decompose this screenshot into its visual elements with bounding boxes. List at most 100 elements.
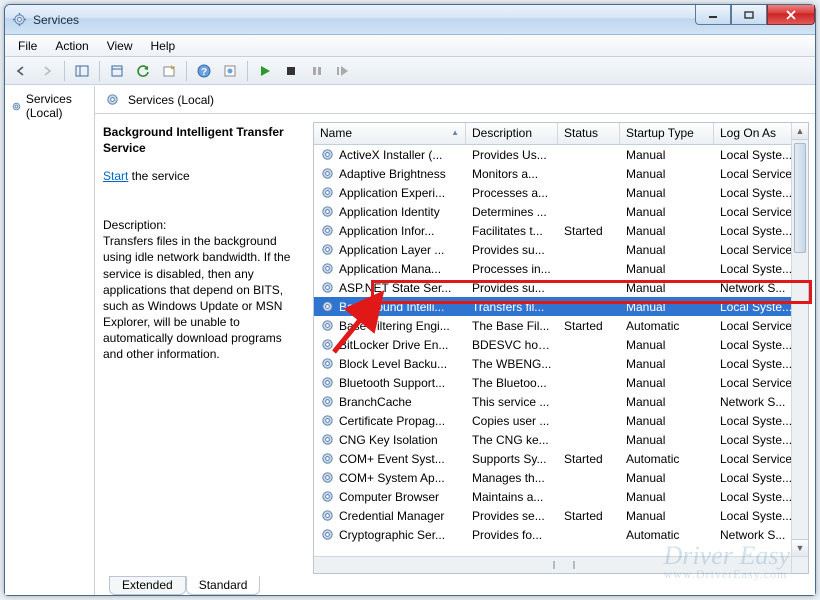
window-title: Services	[33, 13, 79, 27]
menubar: File Action View Help	[5, 35, 815, 57]
table-row[interactable]: CNG Key IsolationThe CNG ke...ManualLoca…	[314, 430, 808, 449]
cell-description: The WBENG...	[466, 357, 558, 371]
table-row[interactable]: COM+ System Ap...Manages th...ManualLoca…	[314, 468, 808, 487]
cell-startup: Automatic	[620, 452, 714, 466]
console-tree: Services (Local)	[5, 86, 95, 595]
start-service-suffix: the service	[128, 169, 189, 183]
table-row[interactable]: Application Layer ...Provides su...Manua…	[314, 240, 808, 259]
menu-file[interactable]: File	[9, 37, 46, 55]
gear-icon	[320, 413, 335, 428]
cell-startup: Manual	[620, 338, 714, 352]
minimize-button[interactable]	[695, 5, 731, 25]
table-row[interactable]: Base Filtering Engi...The Base Fil...Sta…	[314, 316, 808, 335]
close-button[interactable]	[767, 5, 815, 25]
cell-name: Application Infor...	[314, 223, 466, 238]
vertical-scrollbar[interactable]: ▲ ▼	[791, 123, 808, 556]
cell-description: Maintains a...	[466, 490, 558, 504]
cell-startup: Manual	[620, 148, 714, 162]
table-row[interactable]: Application Infor...Facilitates t...Star…	[314, 221, 808, 240]
help-button[interactable]: ?	[192, 59, 216, 83]
cell-startup: Manual	[620, 433, 714, 447]
gear-icon	[320, 280, 335, 295]
table-row[interactable]: Bluetooth Support...The Bluetoo...Manual…	[314, 373, 808, 392]
cell-name: Application Mana...	[314, 261, 466, 276]
cell-startup: Manual	[620, 300, 714, 314]
horizontal-scrollbar[interactable]	[314, 556, 791, 573]
table-row[interactable]: COM+ Event Syst...Supports Sy...StartedA…	[314, 449, 808, 468]
cell-status: Started	[558, 319, 620, 333]
cell-name: Application Experi...	[314, 185, 466, 200]
col-header-status[interactable]: Status	[558, 123, 620, 144]
cell-name: Adaptive Brightness	[314, 166, 466, 181]
stop-service-button[interactable]	[279, 59, 303, 83]
cell-description: This service ...	[466, 395, 558, 409]
start-service-button[interactable]	[253, 59, 277, 83]
gear-icon	[320, 375, 335, 390]
cell-startup: Automatic	[620, 528, 714, 542]
table-row[interactable]: Application IdentityDetermines ...Manual…	[314, 202, 808, 221]
cell-description: Manages th...	[466, 471, 558, 485]
selected-service-name: Background Intelligent Transfer Service	[103, 124, 303, 156]
tree-root-services-local[interactable]: Services (Local)	[7, 90, 92, 122]
scroll-down-button[interactable]: ▼	[792, 539, 808, 556]
cell-description: Provides se...	[466, 509, 558, 523]
gear-icon	[320, 147, 335, 162]
scroll-thumb[interactable]	[794, 143, 806, 253]
refresh-button[interactable]	[131, 59, 155, 83]
service-detail-panel: Background Intelligent Transfer Service …	[101, 122, 313, 574]
cell-startup: Manual	[620, 281, 714, 295]
forward-button[interactable]	[35, 59, 59, 83]
menu-help[interactable]: Help	[142, 37, 185, 55]
table-row[interactable]: ActiveX Installer (...Provides Us...Manu…	[314, 145, 808, 164]
cell-startup: Manual	[620, 376, 714, 390]
tab-standard[interactable]: Standard	[186, 576, 261, 595]
table-row[interactable]: Certificate Propag...Copies user ...Manu…	[314, 411, 808, 430]
table-row[interactable]: Application Mana...Processes in...Manual…	[314, 259, 808, 278]
cell-name: COM+ Event Syst...	[314, 451, 466, 466]
tab-extended[interactable]: Extended	[109, 576, 186, 595]
gear-icon	[11, 99, 22, 114]
cell-name: ASP.NET State Ser...	[314, 280, 466, 295]
table-row[interactable]: Background Intelli...Transfers fil...Man…	[314, 297, 808, 316]
gear-icon	[320, 489, 335, 504]
table-row[interactable]: BranchCacheThis service ...ManualNetwork…	[314, 392, 808, 411]
table-row[interactable]: Cryptographic Ser...Provides fo...Automa…	[314, 525, 808, 544]
pause-service-button[interactable]	[305, 59, 329, 83]
cell-description: Provides su...	[466, 281, 558, 295]
services-list: Name Description Status Startup Type Log…	[313, 122, 809, 574]
gear-icon	[105, 92, 120, 107]
gear-icon	[320, 527, 335, 542]
col-header-startup[interactable]: Startup Type	[620, 123, 714, 144]
table-row[interactable]: BitLocker Drive En...BDESVC hos...Manual…	[314, 335, 808, 354]
cell-startup: Manual	[620, 243, 714, 257]
menu-view[interactable]: View	[98, 37, 142, 55]
cell-name: Credential Manager	[314, 508, 466, 523]
table-row[interactable]: Adaptive BrightnessMonitors a...ManualLo…	[314, 164, 808, 183]
services-window: Services File Action View Help ?	[4, 4, 816, 596]
back-button[interactable]	[9, 59, 33, 83]
right-header-title: Services (Local)	[128, 93, 214, 107]
scroll-up-button[interactable]: ▲	[792, 123, 808, 140]
table-row[interactable]: Computer BrowserMaintains a...ManualLoca…	[314, 487, 808, 506]
help-topics-button[interactable]	[218, 59, 242, 83]
col-header-description[interactable]: Description	[466, 123, 558, 144]
cell-description: Supports Sy...	[466, 452, 558, 466]
menu-action[interactable]: Action	[46, 37, 97, 55]
cell-status: Started	[558, 224, 620, 238]
restart-service-button[interactable]	[331, 59, 355, 83]
maximize-button[interactable]	[731, 5, 767, 25]
table-row[interactable]: Credential ManagerProvides se...StartedM…	[314, 506, 808, 525]
properties-button[interactable]	[105, 59, 129, 83]
cell-status: Started	[558, 452, 620, 466]
table-row[interactable]: ASP.NET State Ser...Provides su... Manual…	[314, 278, 808, 297]
cell-startup: Manual	[620, 224, 714, 238]
gear-icon	[320, 299, 335, 314]
cell-startup: Manual	[620, 262, 714, 276]
table-row[interactable]: Application Experi...Processes a...Manua…	[314, 183, 808, 202]
cell-name: Computer Browser	[314, 489, 466, 504]
table-row[interactable]: Block Level Backu...The WBENG...ManualLo…	[314, 354, 808, 373]
show-hide-tree-button[interactable]	[70, 59, 94, 83]
start-service-link[interactable]: Start	[103, 169, 128, 183]
col-header-name[interactable]: Name	[314, 123, 466, 144]
export-list-button[interactable]	[157, 59, 181, 83]
